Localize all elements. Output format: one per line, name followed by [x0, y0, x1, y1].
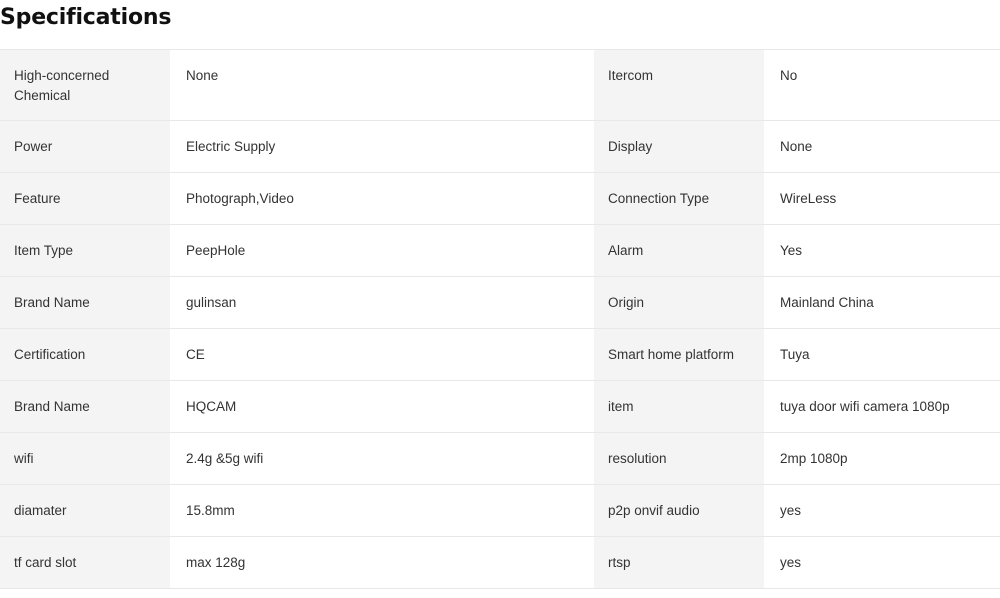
spec-value: 2mp 1080p [764, 432, 1000, 485]
spec-label: Origin [594, 276, 764, 329]
specifications-table: High-concerned Chemical None Itercom No … [0, 49, 1000, 589]
spec-value: PeepHole [170, 224, 594, 277]
spec-label: Feature [0, 172, 170, 225]
spec-value: Yes [764, 224, 1000, 277]
spec-value: Photograph,Video [170, 172, 594, 225]
spec-value: None [170, 49, 594, 121]
spec-label: High-concerned Chemical [0, 49, 170, 121]
spec-label: wifi [0, 432, 170, 485]
table-row: tf card slot max 128g rtsp yes [0, 536, 1000, 589]
spec-label: diamater [0, 484, 170, 537]
table-row: Feature Photograph,Video Connection Type… [0, 172, 1000, 225]
spec-label: Certification [0, 328, 170, 381]
spec-value: tuya door wifi camera 1080p [764, 380, 1000, 433]
spec-label: Itercom [594, 49, 764, 121]
spec-value: max 128g [170, 536, 594, 589]
table-row: Power Electric Supply Display None [0, 120, 1000, 173]
spec-value: None [764, 120, 1000, 173]
spec-value: Electric Supply [170, 120, 594, 173]
table-row: Certification CE Smart home platform Tuy… [0, 328, 1000, 381]
specifications-heading: Specifications [0, 5, 172, 30]
table-row: Item Type PeepHole Alarm Yes [0, 224, 1000, 277]
spec-label: Brand Name [0, 380, 170, 433]
spec-label: rtsp [594, 536, 764, 589]
spec-value: yes [764, 536, 1000, 589]
spec-value: 2.4g &5g wifi [170, 432, 594, 485]
spec-label: Item Type [0, 224, 170, 277]
spec-label: Connection Type [594, 172, 764, 225]
table-row: wifi 2.4g &5g wifi resolution 2mp 1080p [0, 432, 1000, 485]
spec-label: resolution [594, 432, 764, 485]
spec-label: item [594, 380, 764, 433]
spec-value: Mainland China [764, 276, 1000, 329]
spec-label: Brand Name [0, 276, 170, 329]
spec-value: yes [764, 484, 1000, 537]
spec-value: WireLess [764, 172, 1000, 225]
table-row: Brand Name HQCAM item tuya door wifi cam… [0, 380, 1000, 433]
table-row: diamater 15.8mm p2p onvif audio yes [0, 484, 1000, 537]
spec-value: 15.8mm [170, 484, 594, 537]
table-row: High-concerned Chemical None Itercom No [0, 49, 1000, 121]
spec-label: tf card slot [0, 536, 170, 589]
spec-value: CE [170, 328, 594, 381]
spec-label: Alarm [594, 224, 764, 277]
spec-value: gulinsan [170, 276, 594, 329]
spec-label: Display [594, 120, 764, 173]
table-row: Brand Name gulinsan Origin Mainland Chin… [0, 276, 1000, 329]
spec-value: HQCAM [170, 380, 594, 433]
spec-value: No [764, 49, 1000, 121]
spec-label: Smart home platform [594, 328, 764, 381]
spec-label: p2p onvif audio [594, 484, 764, 537]
spec-label: Power [0, 120, 170, 173]
spec-value: Tuya [764, 328, 1000, 381]
